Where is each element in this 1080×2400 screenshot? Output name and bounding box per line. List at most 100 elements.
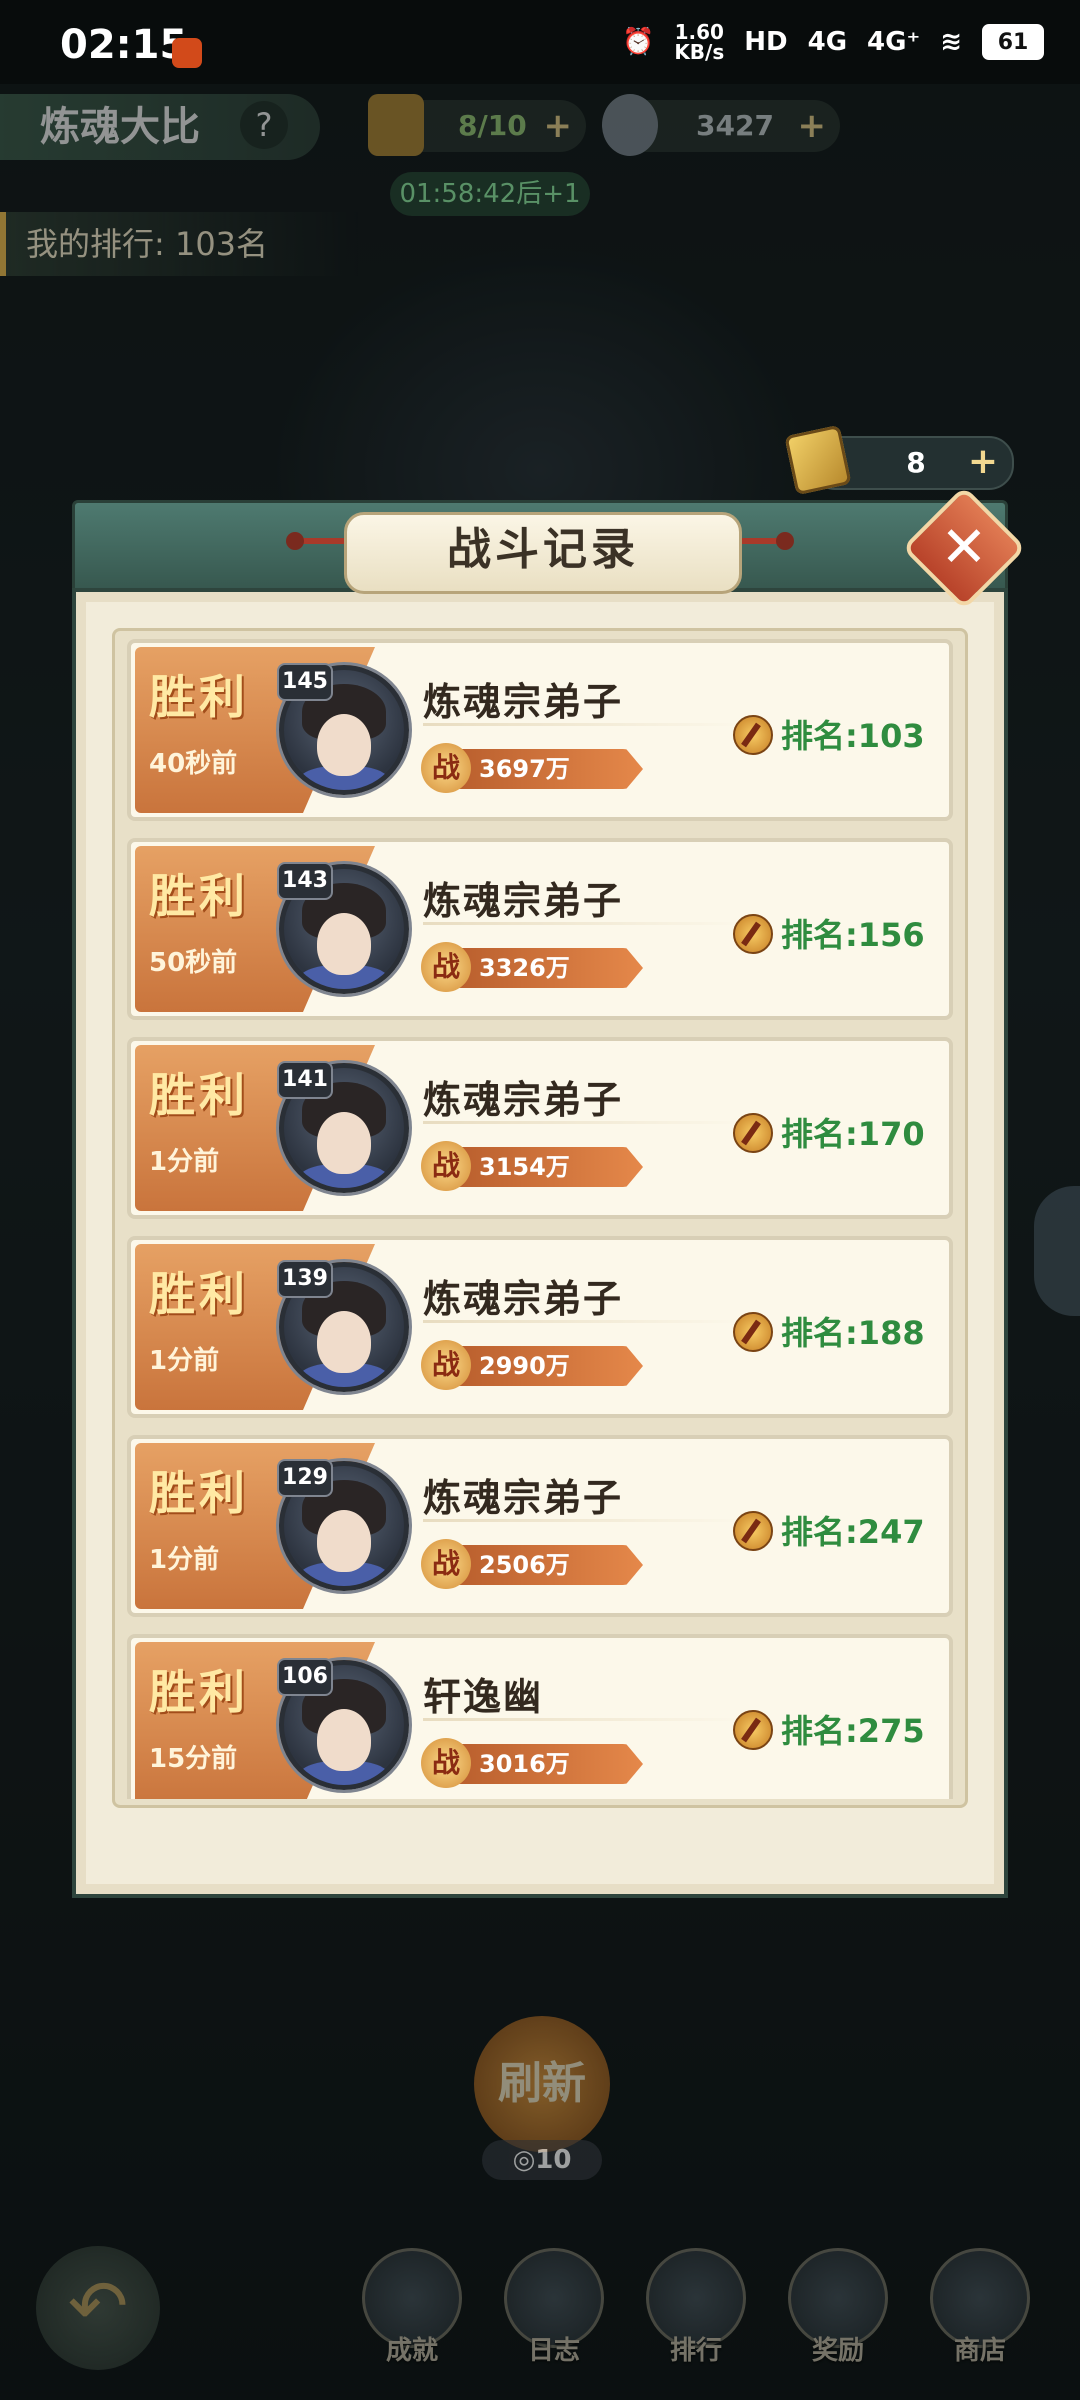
refresh-cost: ◎10 xyxy=(482,2140,602,2180)
power-icon: 战 xyxy=(421,1141,471,1191)
game-header: 炼魂大比 ? 8/10 + 3427 + xyxy=(0,84,1080,174)
time-ago: 1分前 xyxy=(149,1147,220,1177)
status-bar: 02:15 ⏰ 1.60 KB/s HD 4G 4G⁺ ≋ 61 xyxy=(0,0,1080,84)
key-counter: 8 + xyxy=(784,424,1014,496)
opponent-name: 炼魂宗弟子 xyxy=(423,879,624,923)
result-label: 胜利 xyxy=(149,1466,249,1520)
alarm-icon: ⏰ xyxy=(621,27,655,57)
battle-record-dialog: 战斗记录 ✕ 胜利 40秒前 145 炼魂宗弟子 战 3697万 排名:103 … xyxy=(72,485,1027,1898)
rank-value: 排名:103 xyxy=(781,717,925,755)
rank-icon xyxy=(733,1113,773,1153)
rank-value: 排名:156 xyxy=(781,916,925,954)
rank-icon xyxy=(733,715,773,755)
power-value: 3154万 xyxy=(479,1153,570,1181)
signal-icon-2: 4G⁺ xyxy=(867,27,921,57)
nav-item-log[interactable]: 日志 xyxy=(502,2248,606,2378)
rank-icon xyxy=(733,1710,773,1750)
level-badge: 143 xyxy=(277,862,333,900)
notification-app-icon xyxy=(172,38,202,68)
nav-label: 奖励 xyxy=(811,2336,864,2366)
name-divider xyxy=(423,922,743,925)
add-currency-button[interactable]: + xyxy=(798,100,827,152)
wifi-icon: ≋ xyxy=(940,27,962,57)
add-stamina-button[interactable]: + xyxy=(544,100,573,152)
status-indicators: ⏰ 1.60 KB/s HD 4G 4G⁺ ≋ 61 xyxy=(622,22,1044,62)
stamina-timer: 01:58:42后+1 xyxy=(390,172,590,216)
rank-icon xyxy=(733,914,773,954)
close-icon: ✕ xyxy=(940,515,988,580)
power-value: 2990万 xyxy=(479,1352,570,1380)
rank-icon xyxy=(733,1511,773,1551)
stamina-counter: 8/10 + xyxy=(368,94,586,156)
power-icon: 战 xyxy=(421,1738,471,1788)
add-key-button[interactable]: + xyxy=(968,438,998,486)
network-speed: 1.60 KB/s xyxy=(674,20,725,64)
battle-record-card[interactable]: 胜利 1分前 129 炼魂宗弟子 战 2506万 排名:247 xyxy=(127,1435,953,1617)
result-label: 胜利 xyxy=(149,1267,249,1321)
hd-icon: HD xyxy=(744,27,788,57)
nav-item-ranking[interactable]: 排行 xyxy=(644,2248,748,2378)
opponent-name: 炼魂宗弟子 xyxy=(423,1078,624,1122)
soul-coin-icon xyxy=(602,94,658,156)
my-rank-label: 我的排行: 103名 xyxy=(0,212,360,276)
battle-record-card[interactable]: 胜利 1分前 139 炼魂宗弟子 战 2990万 排名:188 xyxy=(127,1236,953,1418)
battle-record-card[interactable]: 胜利 50秒前 143 炼魂宗弟子 战 3326万 排名:156 xyxy=(127,838,953,1020)
help-button[interactable]: ? xyxy=(240,101,288,149)
rank-icon xyxy=(733,1312,773,1352)
name-divider xyxy=(423,1320,743,1323)
refresh-label: 刷新 xyxy=(498,2058,586,2109)
currency-counter: 3427 + xyxy=(602,94,840,156)
status-time: 02:15 xyxy=(60,22,188,68)
opponent-name: 炼魂宗弟子 xyxy=(423,1476,624,1520)
back-arrow-icon: ↶ xyxy=(67,2264,129,2348)
nav-label: 日志 xyxy=(527,2336,580,2366)
key-count: 8 xyxy=(906,446,926,479)
nav-label: 成就 xyxy=(385,2336,438,2366)
power-icon: 战 xyxy=(421,942,471,992)
rank-value: 排名:188 xyxy=(781,1314,925,1352)
power-icon: 战 xyxy=(421,1340,471,1390)
opponent-name: 炼魂宗弟子 xyxy=(423,680,624,724)
power-value: 2506万 xyxy=(479,1551,570,1579)
level-badge: 139 xyxy=(277,1260,333,1298)
level-badge: 145 xyxy=(277,663,333,701)
time-ago: 50秒前 xyxy=(149,948,238,978)
power-value: 3326万 xyxy=(479,954,570,982)
name-divider xyxy=(423,723,743,726)
token-icon xyxy=(784,424,852,496)
side-tab-button[interactable] xyxy=(1034,1186,1080,1316)
result-label: 胜利 xyxy=(149,1068,249,1122)
nav-label: 商店 xyxy=(953,2336,1006,2366)
opponent-name: 炼魂宗弟子 xyxy=(423,1277,624,1321)
power-value: 3016万 xyxy=(479,1750,570,1778)
power-value: 3697万 xyxy=(479,755,570,783)
rank-value: 排名:247 xyxy=(781,1513,925,1551)
battle-record-card[interactable]: 胜利 40秒前 145 炼魂宗弟子 战 3697万 排名:103 xyxy=(127,639,953,821)
nav-item-achievement[interactable]: 成就 xyxy=(360,2248,464,2378)
result-label: 胜利 xyxy=(149,869,249,923)
battle-record-card[interactable]: 胜利 1分前 141 炼魂宗弟子 战 3154万 排名:170 xyxy=(127,1037,953,1219)
refresh-button[interactable]: 刷新 xyxy=(474,2016,610,2152)
opponent-name: 轩逸幽 xyxy=(423,1675,544,1719)
name-divider xyxy=(423,1121,743,1124)
signal-icon-1: 4G xyxy=(807,27,848,57)
level-badge: 129 xyxy=(277,1459,333,1497)
battery-icon: 61 xyxy=(982,24,1044,60)
result-label: 胜利 xyxy=(149,1665,249,1719)
nav-item-reward[interactable]: 奖励 xyxy=(786,2248,890,2378)
level-badge: 106 xyxy=(277,1658,333,1696)
time-ago: 40秒前 xyxy=(149,749,238,779)
battle-record-card[interactable]: 胜利 15分前 106 轩逸幽 战 3016万 排名:275 xyxy=(127,1634,953,1799)
power-icon: 战 xyxy=(421,1539,471,1589)
ticket-icon xyxy=(368,94,424,156)
rank-value: 排名:170 xyxy=(781,1115,925,1153)
name-divider xyxy=(423,1718,743,1721)
name-divider xyxy=(423,1519,743,1522)
time-ago: 1分前 xyxy=(149,1545,220,1575)
back-button[interactable]: ↶ xyxy=(36,2246,160,2370)
result-label: 胜利 xyxy=(149,670,249,724)
nav-item-shop[interactable]: 商店 xyxy=(928,2248,1032,2378)
nav-label: 排行 xyxy=(669,2336,722,2366)
record-list[interactable]: 胜利 40秒前 145 炼魂宗弟子 战 3697万 排名:103 胜利 50秒前… xyxy=(127,639,953,1799)
level-badge: 141 xyxy=(277,1061,333,1099)
